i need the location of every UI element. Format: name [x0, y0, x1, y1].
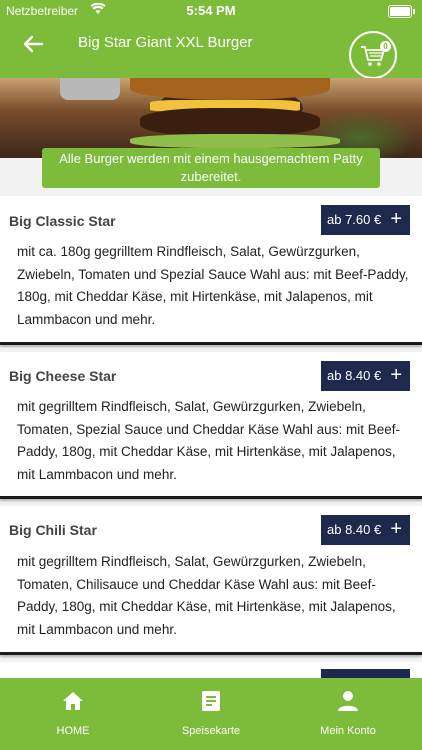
product-name: Big Classic Star	[9, 213, 116, 229]
cart-count-badge: 0	[380, 41, 391, 52]
plus-icon: +	[390, 364, 402, 386]
home-icon	[63, 692, 83, 710]
hero-image	[0, 78, 422, 158]
plus-icon: +	[390, 518, 402, 540]
product-card[interactable]: Big Chili Star ab 8.40 € + mit gegrillte…	[0, 506, 422, 655]
product-price: ab 8.40 €	[327, 522, 382, 537]
product-description: mit gegrilltem Rindfleisch, Salat, Gewür…	[17, 554, 396, 637]
product-card[interactable]: Big Cheese Star ab 8.40 € + mit gegrillt…	[0, 352, 422, 499]
product-name: Big Cheese Star	[9, 368, 117, 384]
tab-home-label: HOME	[56, 725, 90, 737]
tab-speisekarte-label: Speisekarte	[181, 725, 241, 737]
add-to-cart-button[interactable]: ab 7.60 € +	[321, 205, 410, 235]
tab-speisekarte[interactable]: Speisekarte	[141, 678, 281, 750]
status-bar: Netzbetreiber 5:54 PM	[0, 0, 422, 22]
bottom-tab-bar: HOME Speisekarte Mein Konto	[0, 678, 422, 750]
add-to-cart-button[interactable]: ab 8.40 € +	[321, 515, 410, 545]
plus-icon: +	[390, 208, 402, 230]
tab-home[interactable]: HOME	[3, 678, 143, 750]
tab-mein-konto-label: Mein Konto	[320, 725, 376, 737]
cart-button[interactable]: 0	[349, 31, 397, 79]
info-banner: Alle Burger werden mit einem hausgemacht…	[42, 148, 380, 188]
product-price: ab 8.40 €	[327, 368, 382, 383]
product-description: mit ca. 180g gegrilltem Rindfleisch, Sal…	[17, 244, 409, 327]
product-name: Big Chili Star	[9, 522, 97, 538]
battery-icon	[388, 5, 415, 18]
account-icon	[338, 691, 358, 711]
status-time: 5:54 PM	[186, 3, 236, 18]
tab-mein-konto[interactable]: Mein Konto	[278, 678, 418, 750]
menu-icon	[202, 691, 220, 711]
app-header: Big Star Giant XXL Burger 0	[0, 22, 422, 79]
add-to-cart-button[interactable]: ab 8.40 € +	[321, 361, 410, 391]
page-title: Big Star Giant XXL Burger	[78, 34, 253, 51]
product-card[interactable]: Big Classic Star ab 7.60 € + mit ca. 180…	[0, 196, 422, 345]
product-price: ab 7.60 €	[327, 212, 382, 227]
back-arrow-icon[interactable]	[22, 33, 44, 55]
product-description: mit gegrilltem Rindfleisch, Salat, Gewür…	[17, 399, 400, 482]
